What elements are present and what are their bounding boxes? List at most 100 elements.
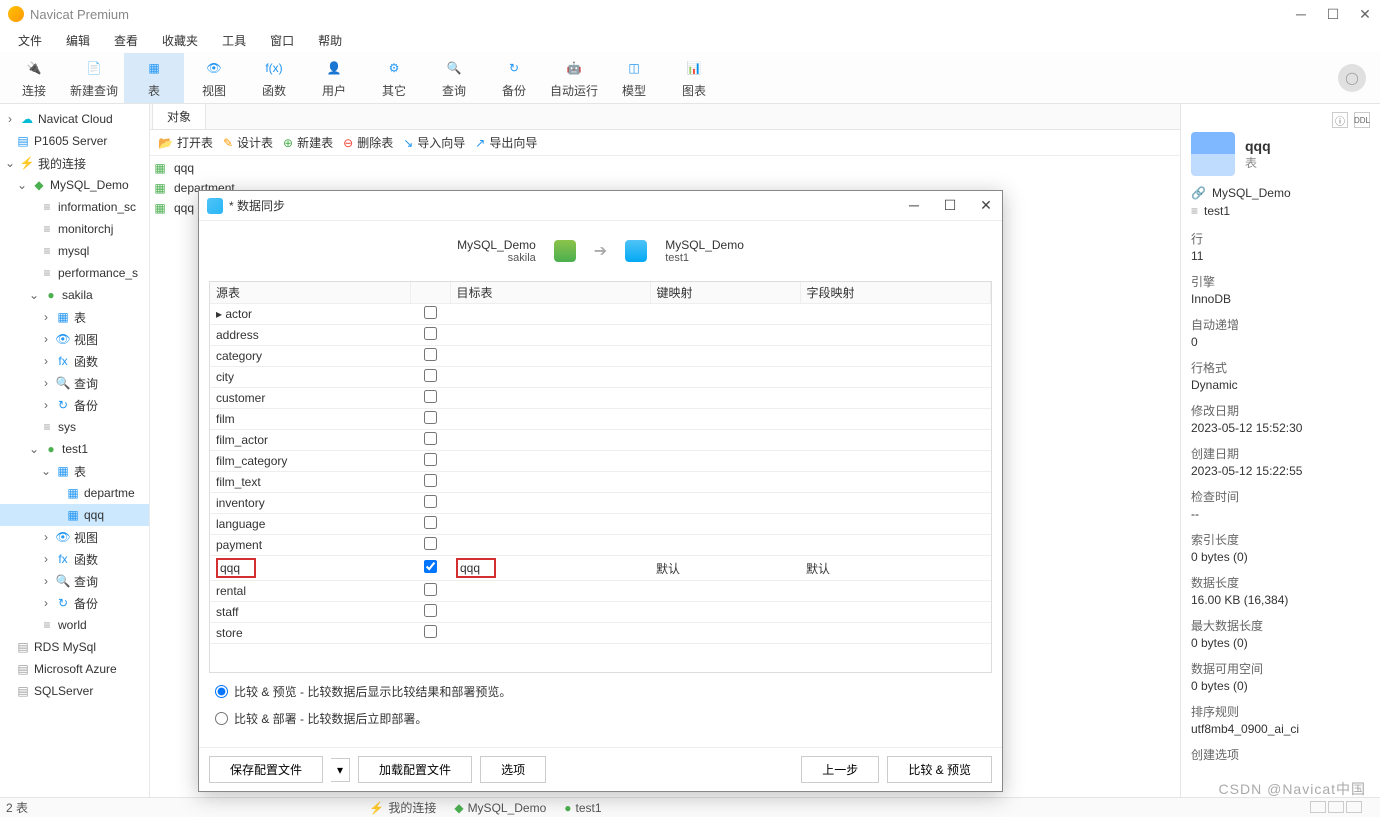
db-sakila[interactable]: ⌄●sakila	[0, 284, 149, 306]
sync-check-film_text[interactable]	[424, 474, 437, 487]
objbtn-3[interactable]: ⊖删除表	[343, 134, 393, 151]
objbtn-5[interactable]: ↗导出向导	[475, 134, 537, 151]
db-test1[interactable]: ⌄●test1	[0, 438, 149, 460]
layout-toggle-icons[interactable]	[1310, 801, 1362, 813]
tool-backup-icon[interactable]: ↻备份	[484, 53, 544, 103]
load-profile-button[interactable]: 加载配置文件	[358, 756, 472, 783]
compare-preview-button[interactable]: 比较 & 预览	[887, 756, 992, 783]
tool-view-icon[interactable]: 👁视图	[184, 53, 244, 103]
tab-objects[interactable]: 对象	[152, 103, 206, 129]
sync-row-city[interactable]: city	[210, 367, 991, 388]
menu-1[interactable]: 编辑	[54, 30, 102, 51]
sync-check-staff[interactable]	[424, 604, 437, 617]
objitem-0[interactable]: ▦qqq	[150, 158, 1180, 178]
sync-row-customer[interactable]: customer	[210, 388, 991, 409]
save-profile-dropdown[interactable]: ▾	[331, 758, 350, 782]
sync-row-inventory[interactable]: inventory	[210, 493, 991, 514]
options-button[interactable]: 选项	[480, 756, 546, 783]
prev-button[interactable]: 上一步	[801, 756, 879, 783]
sync-check-category[interactable]	[424, 348, 437, 361]
sync-check-actor[interactable]	[424, 306, 437, 319]
tool-robot-icon[interactable]: 🤖自动运行	[544, 53, 604, 103]
tool-user-icon[interactable]: 👤用户	[304, 53, 364, 103]
db-sys[interactable]: ≡sys	[0, 416, 149, 438]
sync-check-customer[interactable]	[424, 390, 437, 403]
save-profile-button[interactable]: 保存配置文件	[209, 756, 323, 783]
ddl-icon[interactable]: DDL	[1354, 112, 1370, 128]
sync-check-payment[interactable]	[424, 537, 437, 550]
db-information_sc[interactable]: ≡information_sc	[0, 196, 149, 218]
sync-row-store[interactable]: store	[210, 623, 991, 644]
tool-query-icon[interactable]: 📄新建查询	[64, 53, 124, 103]
dialog-maximize-button[interactable]: ☐	[942, 197, 958, 214]
menu-6[interactable]: 帮助	[306, 30, 354, 51]
minimize-button[interactable]: ─	[1294, 6, 1308, 23]
tool-table-icon[interactable]: ▦表	[124, 53, 184, 103]
sync-check-film[interactable]	[424, 411, 437, 424]
tool-other-icon[interactable]: ⚙其它	[364, 53, 424, 103]
table-departme[interactable]: ▦departme	[0, 482, 149, 504]
test1-函数[interactable]: ›fx函数	[0, 548, 149, 570]
sync-check-language[interactable]	[424, 516, 437, 529]
menu-3[interactable]: 收藏夹	[150, 30, 210, 51]
sync-check-film_category[interactable]	[424, 453, 437, 466]
conn-SQLServer[interactable]: ▤SQLServer	[0, 680, 149, 702]
sync-row-qqq[interactable]: qqqqqq默认默认	[210, 556, 991, 581]
server-node[interactable]: ▤P1605 Server	[0, 130, 149, 152]
tool-plug-icon[interactable]: 🔌连接	[4, 53, 64, 103]
tool-model-icon[interactable]: ◫模型	[604, 53, 664, 103]
menu-0[interactable]: 文件	[6, 30, 54, 51]
sync-check-address[interactable]	[424, 327, 437, 340]
sync-check-rental[interactable]	[424, 583, 437, 596]
sync-row-film_actor[interactable]: film_actor	[210, 430, 991, 451]
info-icon[interactable]: ⓘ	[1332, 112, 1348, 128]
menu-5[interactable]: 窗口	[258, 30, 306, 51]
test1-视图[interactable]: ›👁视图	[0, 526, 149, 548]
sync-row-address[interactable]: address	[210, 325, 991, 346]
sync-row-rental[interactable]: rental	[210, 581, 991, 602]
test1-备份[interactable]: ›↻备份	[0, 592, 149, 614]
sync-row-language[interactable]: language	[210, 514, 991, 535]
sync-check-city[interactable]	[424, 369, 437, 382]
sync-row-category[interactable]: category	[210, 346, 991, 367]
objbtn-2[interactable]: ⊕新建表	[283, 134, 333, 151]
test1-tables[interactable]: ⌄▦表	[0, 460, 149, 482]
maximize-button[interactable]: ☐	[1326, 6, 1340, 23]
db-monitorchj[interactable]: ≡monitorchj	[0, 218, 149, 240]
close-button[interactable]: ✕	[1358, 6, 1372, 23]
sync-row-film_text[interactable]: film_text	[210, 472, 991, 493]
db-mysql[interactable]: ≡mysql	[0, 240, 149, 262]
tool-fx-icon[interactable]: f(x)函数	[244, 53, 304, 103]
objbtn-0[interactable]: 📂打开表	[158, 134, 213, 151]
sync-row-staff[interactable]: staff	[210, 602, 991, 623]
dialog-close-button[interactable]: ✕	[978, 197, 994, 214]
dialog-minimize-button[interactable]: ─	[906, 197, 922, 214]
sakila-表[interactable]: ›▦表	[0, 306, 149, 328]
sakila-查询[interactable]: ›🔍查询	[0, 372, 149, 394]
cloud-node[interactable]: ›☁Navicat Cloud	[0, 108, 149, 130]
mode-preview-radio[interactable]: 比较 & 预览 - 比较数据后显示比较结果和部署预览。	[215, 683, 986, 700]
test1-查询[interactable]: ›🔍查询	[0, 570, 149, 592]
sakila-视图[interactable]: ›👁视图	[0, 328, 149, 350]
conn-node[interactable]: ⌄◆MySQL_Demo	[0, 174, 149, 196]
sync-check-film_actor[interactable]	[424, 432, 437, 445]
sync-check-inventory[interactable]	[424, 495, 437, 508]
menu-2[interactable]: 查看	[102, 30, 150, 51]
sync-row-actor[interactable]: ▸ actor	[210, 304, 991, 325]
table-qqq[interactable]: ▦qqq	[0, 504, 149, 526]
sync-row-payment[interactable]: payment	[210, 535, 991, 556]
user-avatar[interactable]: ◯	[1338, 64, 1366, 92]
objbtn-1[interactable]: ✎设计表	[223, 134, 273, 151]
sync-row-film[interactable]: film	[210, 409, 991, 430]
sync-table-grid[interactable]: 源表目标表键映射字段映射▸ actoraddresscategorycitycu…	[209, 281, 992, 673]
sakila-备份[interactable]: ›↻备份	[0, 394, 149, 416]
objbtn-4[interactable]: ↘导入向导	[403, 134, 465, 151]
tool-chart-icon[interactable]: 📊图表	[664, 53, 724, 103]
conn-Microsoft Azure[interactable]: ▤Microsoft Azure	[0, 658, 149, 680]
db-world[interactable]: ≡world	[0, 614, 149, 636]
conn-RDS MySql[interactable]: ▤RDS MySql	[0, 636, 149, 658]
sakila-函数[interactable]: ›fx函数	[0, 350, 149, 372]
myconn-node[interactable]: ⌄⚡我的连接	[0, 152, 149, 174]
sync-check-store[interactable]	[424, 625, 437, 638]
sync-row-film_category[interactable]: film_category	[210, 451, 991, 472]
